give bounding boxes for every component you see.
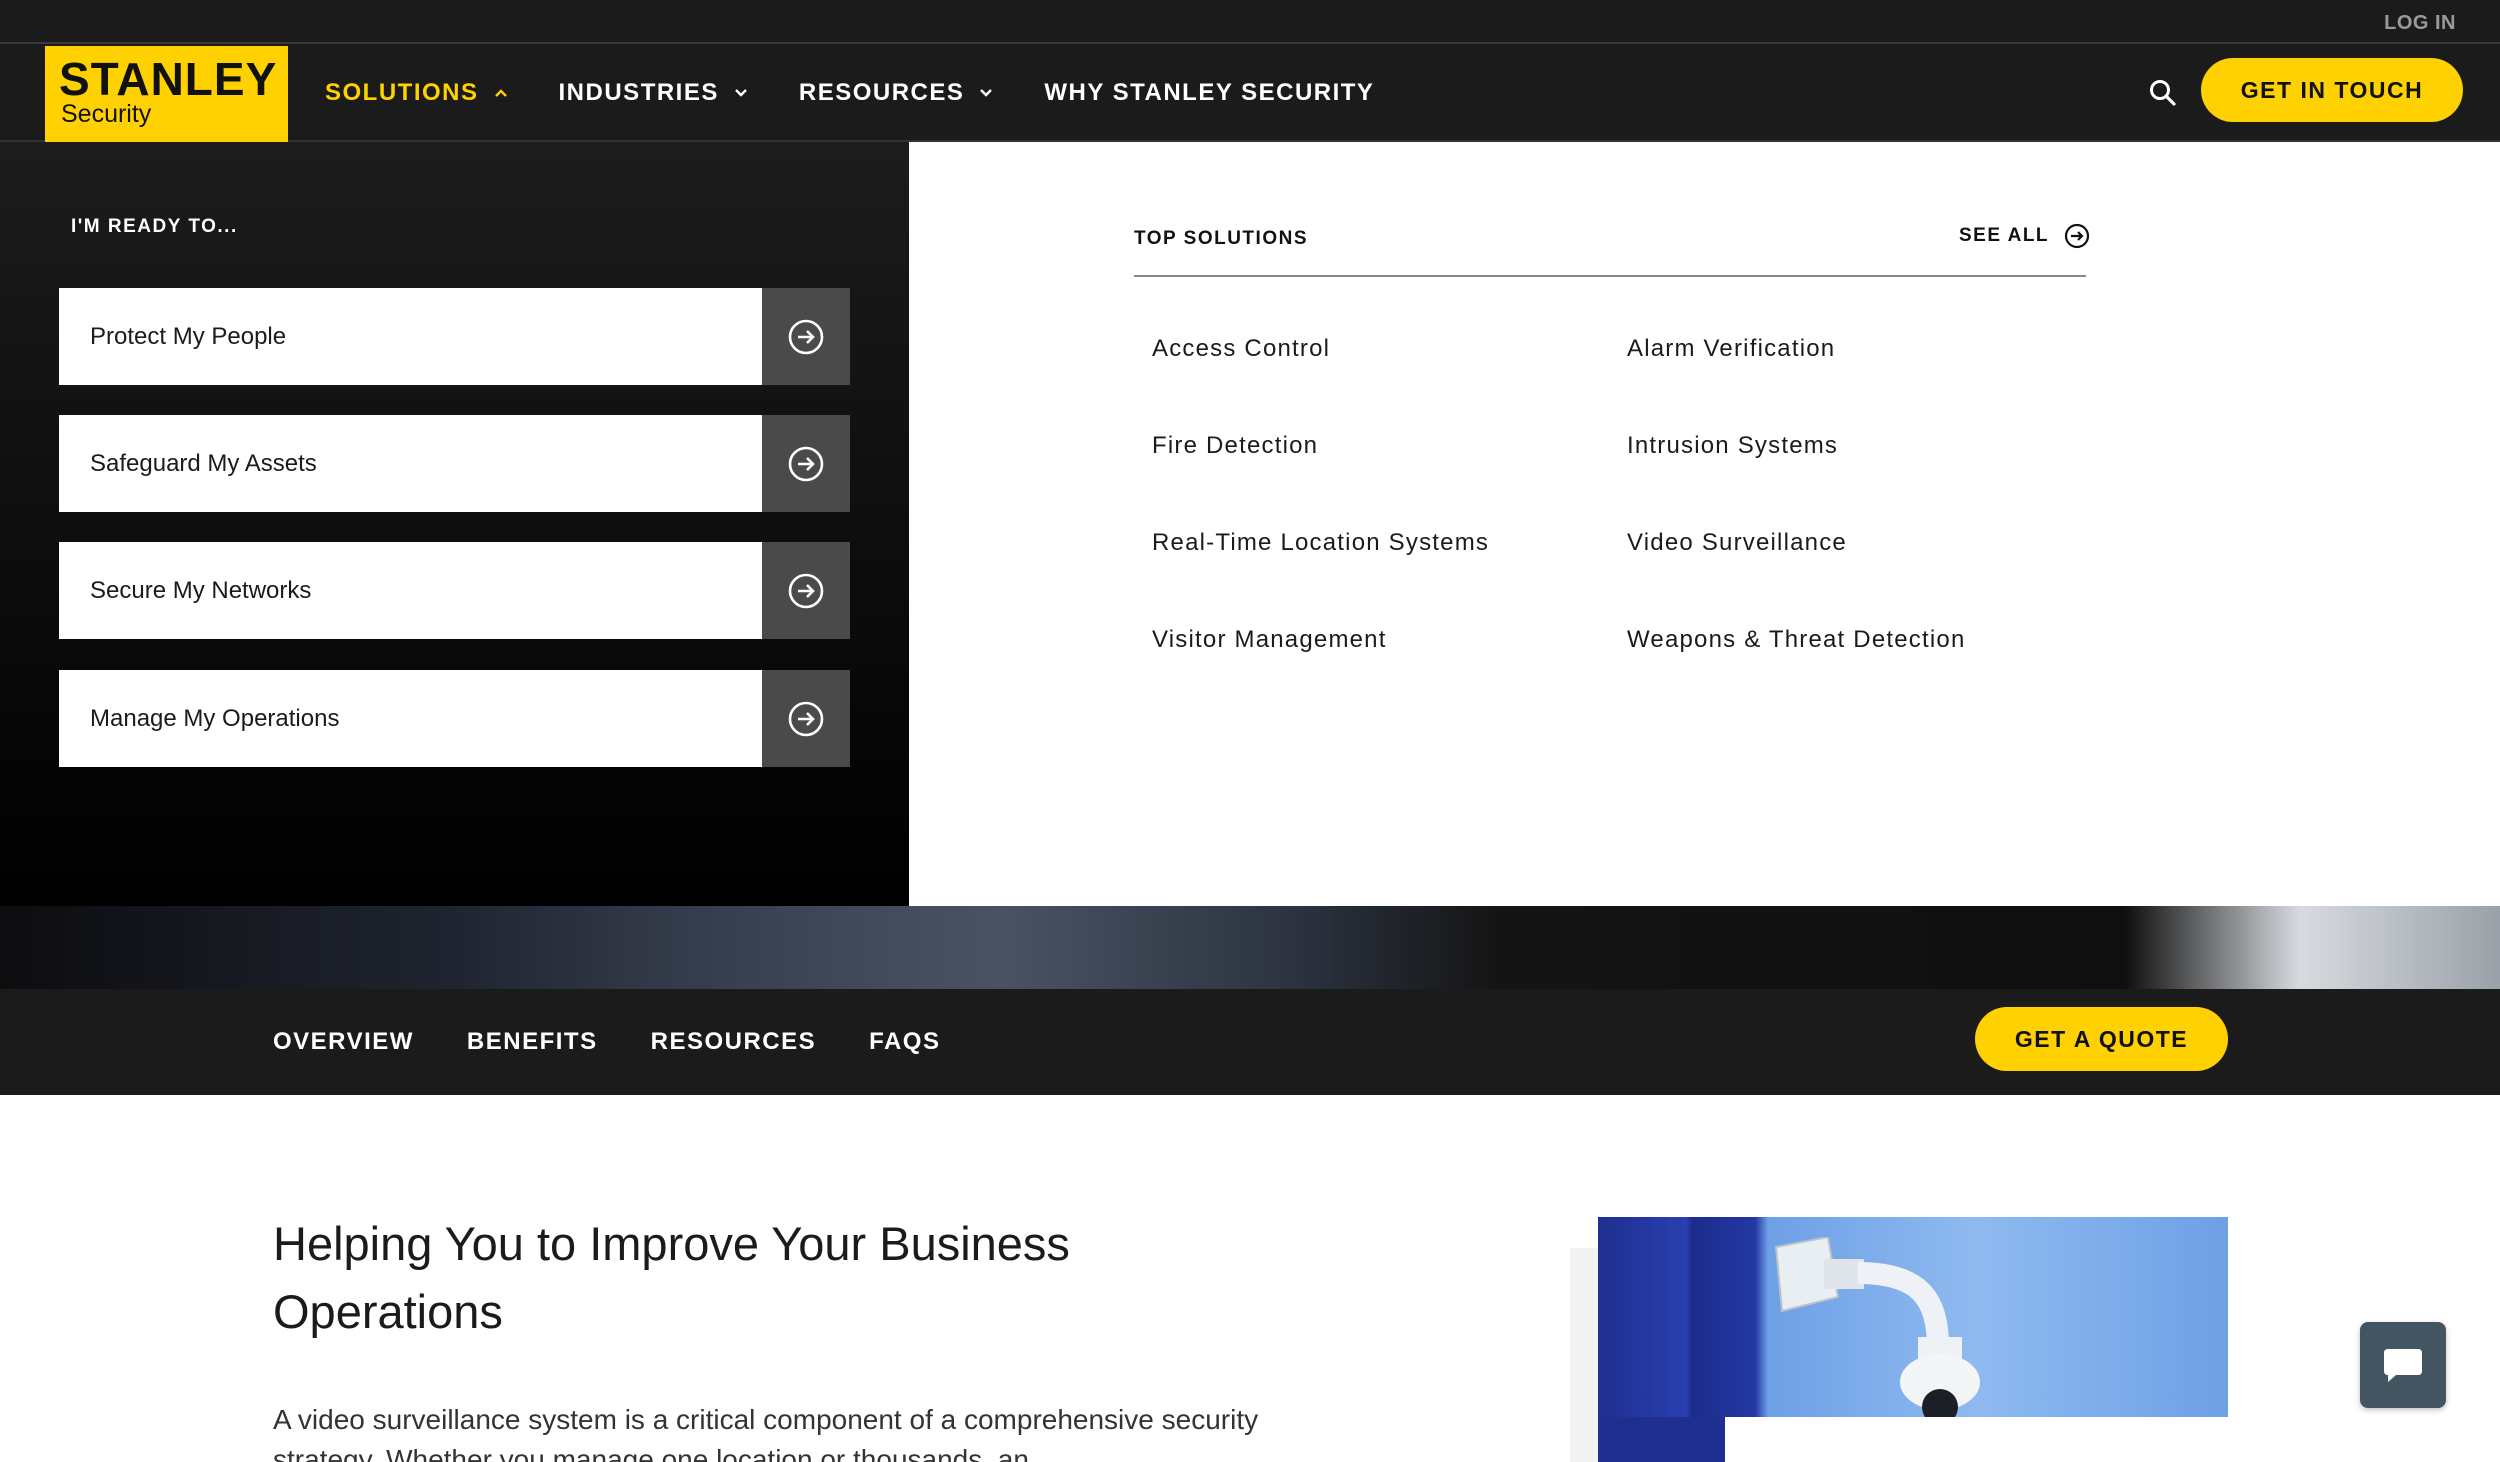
arrow-right-circle-icon [788, 573, 824, 608]
chevron-up-icon [494, 89, 507, 97]
hero-image [0, 906, 2500, 989]
utility-bar: LOG IN [0, 0, 2500, 44]
sub-nav-resources[interactable]: RESOURCES [651, 1028, 817, 1056]
see-all-link[interactable]: SEE ALL [1959, 222, 2091, 250]
intent-protect-my-people[interactable]: Protect My People [59, 288, 850, 385]
main-navigation: STANLEY Security SOLUTIONS INDUSTRIES RE… [0, 44, 2500, 142]
section-body-text: A video surveillance system is a critica… [273, 1404, 1259, 1462]
intent-label: Secure My Networks [59, 542, 762, 639]
arrow-right-circle-icon [2064, 223, 2090, 249]
nav-item-label: WHY STANLEY SECURITY [1044, 79, 1375, 106]
sub-nav-benefits[interactable]: BENEFITS [467, 1028, 598, 1056]
logo-subtitle: Security [61, 100, 152, 128]
get-in-touch-button[interactable]: GET IN TOUCH [2201, 58, 2463, 122]
photo-bottom [1598, 1417, 1725, 1462]
mega-menu-solutions-panel: TOP SOLUTIONS SEE ALL Access Control Ala… [909, 142, 2500, 906]
sub-nav-faqs[interactable]: FAQS [869, 1028, 940, 1056]
arrow-right-circle-icon [788, 319, 824, 354]
see-all-label: SEE ALL [1959, 225, 2050, 246]
divider [1134, 275, 2086, 277]
solution-link-intrusion-systems[interactable]: Intrusion Systems [1627, 432, 1838, 460]
chat-button[interactable] [2360, 1322, 2446, 1408]
nav-items: SOLUTIONS INDUSTRIES RESOURCES WHY STANL… [325, 44, 1424, 142]
search-icon[interactable] [2148, 78, 2178, 108]
nav-item-why-stanley[interactable]: WHY STANLEY SECURITY [1044, 79, 1374, 107]
decorative-panel [1570, 1248, 1600, 1462]
section-heading: Helping You to Improve Your Business Ope… [273, 1217, 1070, 1338]
sub-nav-overview[interactable]: OVERVIEW [273, 1028, 414, 1056]
intent-arrow-button[interactable] [762, 670, 850, 767]
intent-secure-my-networks[interactable]: Secure My Networks [59, 542, 850, 639]
nav-item-label: RESOURCES [798, 79, 965, 106]
solution-link-weapons-threat-detection[interactable]: Weapons & Threat Detection [1627, 626, 1966, 654]
solution-link-real-time-location[interactable]: Real-Time Location Systems [1152, 529, 1489, 557]
top-solutions-title: TOP SOLUTIONS [1134, 228, 1308, 249]
security-camera-photo [1598, 1217, 2228, 1417]
intent-arrow-button[interactable] [762, 542, 850, 639]
intent-arrow-button[interactable] [762, 288, 850, 385]
page-sub-navigation: OVERVIEW BENEFITS RESOURCES FAQS GET A Q… [0, 989, 2500, 1095]
chevron-down-icon [980, 89, 993, 97]
logo-wordmark: STANLEY [59, 53, 278, 105]
solution-link-video-surveillance[interactable]: Video Surveillance [1627, 529, 1847, 557]
intent-safeguard-my-assets[interactable]: Safeguard My Assets [59, 415, 850, 512]
solution-link-alarm-verification[interactable]: Alarm Verification [1627, 335, 1835, 363]
nav-item-label: SOLUTIONS [325, 79, 479, 106]
chevron-down-icon [735, 89, 747, 97]
intent-label: Protect My People [59, 288, 762, 385]
intent-label: Manage My Operations [59, 670, 762, 767]
content-card [1725, 1418, 2228, 1462]
intent-manage-my-operations[interactable]: Manage My Operations [59, 670, 850, 767]
login-link[interactable]: LOG IN [2384, 12, 2456, 35]
nav-item-solutions[interactable]: SOLUTIONS [325, 79, 509, 107]
solution-link-fire-detection[interactable]: Fire Detection [1152, 432, 1318, 460]
solution-link-access-control[interactable]: Access Control [1152, 335, 1330, 363]
stanley-security-logo[interactable]: STANLEY Security [45, 46, 288, 142]
intent-label: Safeguard My Assets [59, 415, 762, 512]
solution-link-visitor-management[interactable]: Visitor Management [1152, 626, 1387, 654]
chat-bubble-icon [2384, 1349, 2422, 1382]
mega-menu-intents-panel: I'M READY TO... Protect My People Safegu… [0, 142, 909, 906]
intent-arrow-button[interactable] [762, 415, 850, 512]
sub-nav-items: OVERVIEW BENEFITS RESOURCES FAQS [273, 989, 993, 1095]
nav-item-resources[interactable]: RESOURCES [799, 79, 995, 107]
intents-title: I'M READY TO... [71, 216, 238, 237]
get-a-quote-button[interactable]: GET A QUOTE [1975, 1007, 2228, 1071]
nav-item-label: INDUSTRIES [558, 79, 719, 106]
arrow-right-circle-icon [788, 446, 824, 481]
security-camera-illustration [1774, 1237, 1980, 1417]
arrow-right-circle-icon [788, 701, 824, 736]
nav-item-industries[interactable]: INDUSTRIES [559, 79, 749, 107]
